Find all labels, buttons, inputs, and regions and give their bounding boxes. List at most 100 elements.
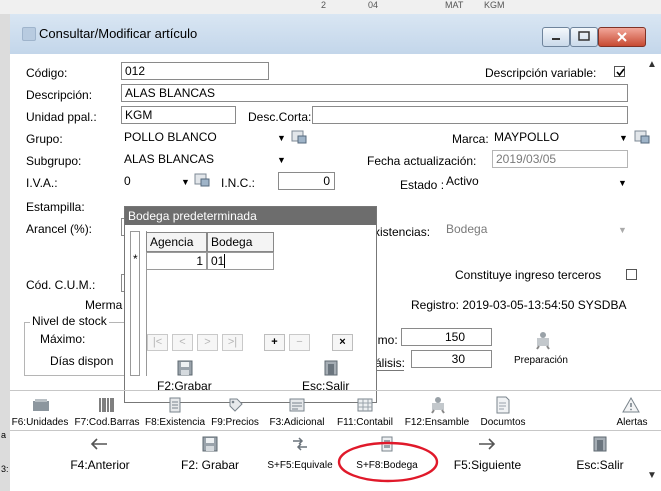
nav-add-button[interactable]: +: [264, 334, 285, 351]
close-icon: [617, 32, 627, 42]
scroll-up-arrow[interactable]: ▲: [643, 55, 661, 75]
fecha-label: Fecha actualización:: [367, 154, 477, 168]
save-icon: [202, 436, 218, 452]
subgrupo-label: Subgrupo:: [26, 154, 82, 168]
grupo-dropdown-icon[interactable]: ▼: [277, 133, 286, 143]
stock-group-label: Nivel de stock: [30, 314, 109, 328]
grid-new-row-marker: *: [133, 252, 138, 266]
desc-variable-checkbox[interactable]: [614, 66, 625, 77]
toolbar-button-salir[interactable]: Esc:Salir: [555, 432, 645, 482]
estado-dropdown-icon[interactable]: ▼: [618, 178, 627, 188]
stock-icon: [169, 397, 181, 413]
article-window: Consultar/Modificar artículo ▲ ▼ Código:…: [10, 14, 661, 491]
arrow-left-icon: [90, 438, 107, 450]
iva-lookup-icon[interactable]: [194, 173, 210, 190]
nav-next-button[interactable]: >: [197, 334, 218, 351]
preparacion-icon[interactable]: [533, 330, 553, 353]
desc-corta-field[interactable]: [312, 106, 628, 124]
app-icon: [22, 27, 36, 41]
toolbar-button-codbarras[interactable]: F7:Cod.Barras: [70, 392, 144, 430]
marca-lookup-icon[interactable]: [634, 130, 650, 147]
merma-label: Merma: [85, 298, 123, 312]
background-text: 2: [321, 0, 327, 10]
estado-select[interactable]: Activo: [446, 172, 479, 190]
toolbar-button-equivale[interactable]: S+F5:Equivale: [260, 432, 340, 482]
grid-header-bodega[interactable]: Bodega: [207, 232, 274, 252]
toolbar-button-grabar[interactable]: F2: Grabar: [170, 432, 250, 482]
marca-label: Marca:: [452, 132, 489, 146]
preparacion-label[interactable]: Preparación: [514, 355, 568, 366]
descripcion-label: Descripción:: [26, 88, 93, 102]
text-cursor: [224, 254, 225, 268]
popup-exit-icon[interactable]: [323, 360, 339, 379]
descripcion-field[interactable]: ALAS BLANCAS: [121, 84, 628, 102]
unidad-field[interactable]: KGM: [121, 106, 236, 124]
nav-first-button[interactable]: |<: [147, 334, 168, 351]
minimize-button[interactable]: [542, 27, 570, 47]
iva-label: I.V.A.:: [26, 176, 58, 190]
grupo-label: Grupo:: [26, 132, 63, 146]
background-text: KGM: [484, 0, 505, 10]
arrow-right-icon: [479, 438, 496, 450]
maximize-button[interactable]: [570, 27, 598, 47]
bodega-popup: Bodega predeterminada Agencia Bodega * 1…: [124, 206, 377, 403]
registro-text: Registro: 2019-03-05-13:54:50 SYSDBA: [411, 298, 627, 312]
grupo-lookup-icon[interactable]: [291, 130, 307, 147]
assembly-icon: [431, 397, 445, 414]
existencias-select: Bodega: [446, 222, 488, 236]
nav-remove-button[interactable]: −: [289, 334, 310, 351]
marca-select[interactable]: MAYPOLLO: [494, 128, 559, 146]
close-button[interactable]: [598, 27, 646, 47]
inc-field[interactable]: 0: [278, 172, 335, 190]
toolbar-button-documentos[interactable]: Documtos: [474, 392, 532, 430]
terceros-checkbox[interactable]: [626, 269, 637, 280]
ledger-icon: [357, 398, 373, 412]
subgrupo-select[interactable]: ALAS BLANCAS: [124, 150, 214, 168]
desc-corta-label: Desc.Corta:: [248, 110, 312, 124]
toolbar-button-precios[interactable]: F9:Precios: [206, 392, 264, 430]
toolbar-button-adicional[interactable]: F3:Adicional: [264, 392, 330, 430]
toolbar-separator-top: [10, 390, 661, 391]
arancel-label: Arancel (%):: [26, 222, 93, 236]
background-text: 04: [368, 0, 379, 10]
equivalent-icon: [293, 437, 307, 451]
grid-cell-bodega[interactable]: 01: [207, 252, 274, 270]
iva-select[interactable]: 0: [124, 172, 131, 190]
toolbar-button-alertas[interactable]: Alertas: [532, 392, 656, 430]
document-icon: [496, 396, 510, 414]
toolbar-button-siguiente[interactable]: F5:Siguiente: [440, 432, 535, 482]
window-title: Consultar/Modificar artículo: [39, 26, 198, 41]
alert-icon: [622, 397, 640, 413]
units-icon: [33, 399, 49, 411]
toolbar-button-unidades[interactable]: F6:Unidades: [10, 392, 70, 430]
toolbar-button-existencia[interactable]: F8:Existencia: [144, 392, 206, 430]
toolbar-button-anterior[interactable]: F4:Anterior: [50, 432, 150, 482]
marca-dropdown-icon[interactable]: ▼: [619, 133, 628, 143]
toolbar-button-contabil[interactable]: F11:Contabil: [330, 392, 400, 430]
fecha-field: 2019/03/05: [492, 150, 628, 168]
tag-icon: [229, 398, 243, 412]
popup-save-icon[interactable]: [177, 360, 193, 379]
nav-cancel-button[interactable]: ×: [332, 334, 353, 351]
background-text: MAT: [445, 0, 464, 10]
popup-title: Bodega predeterminada: [125, 207, 376, 225]
nav-prev-button[interactable]: <: [172, 334, 193, 351]
estado-label: Estado :: [400, 178, 445, 192]
subgrupo-dropdown-icon[interactable]: ▼: [277, 155, 286, 165]
minimize-icon: [552, 38, 560, 40]
minimo-field[interactable]: 150: [401, 328, 492, 346]
grid-header-agencia[interactable]: Agencia: [146, 232, 207, 252]
form-icon: [289, 398, 305, 412]
nav-last-button[interactable]: >|: [222, 334, 243, 351]
toolbar-button-ensamble[interactable]: F12:Ensamble: [400, 392, 474, 430]
title-bar[interactable]: Consultar/Modificar artículo: [10, 14, 661, 54]
analisis-field[interactable]: 30: [411, 350, 492, 368]
grid-cell-agencia[interactable]: 1: [146, 252, 207, 270]
background-window-edge: a 3:: [0, 14, 10, 491]
background-text: 3:: [1, 464, 9, 474]
analisis-label: álisis:: [375, 356, 406, 370]
grupo-select[interactable]: POLLO BLANCO: [124, 128, 217, 146]
codigo-field[interactable]: 012: [121, 62, 269, 80]
iva-dropdown-icon[interactable]: ▼: [181, 177, 190, 187]
codigo-label: Código:: [26, 66, 68, 80]
